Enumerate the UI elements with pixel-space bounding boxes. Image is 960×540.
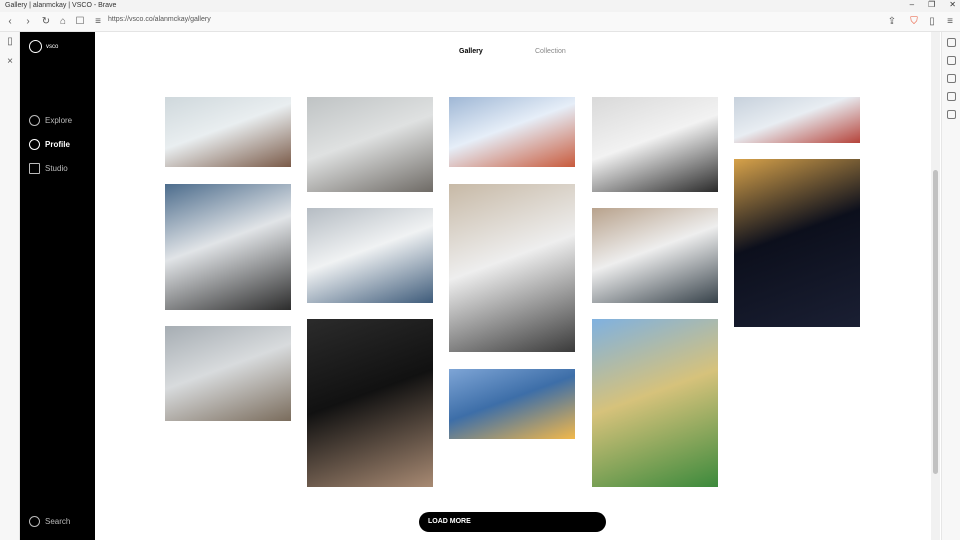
vsco-logo[interactable]: vsco [29,40,58,53]
gallery-photo[interactable] [449,369,575,439]
back-icon[interactable]: ‹ [2,14,18,30]
forward-icon[interactable]: › [20,14,36,30]
reading-list-icon[interactable] [947,56,956,65]
gallery-tabs: Gallery Collection [95,48,931,62]
vsco-logo-text: vsco [46,43,59,50]
close-panel-icon[interactable]: × [2,54,18,70]
sidebar-item-studio[interactable]: Studio [29,163,68,174]
search-icon [29,516,40,527]
gallery-photo[interactable] [165,184,291,310]
sidebar-search[interactable]: Search [29,516,70,527]
gallery-photo[interactable] [307,208,433,303]
scrollbar-thumb[interactable] [933,170,938,474]
gallery-photo[interactable] [734,97,860,143]
browser-side-rail: ▯ × [0,32,20,540]
sidebar-item-label: Explore [45,116,73,125]
gallery-photo[interactable] [734,159,860,327]
globe-icon [29,115,40,126]
brave-shield-icon[interactable]: ⛉ [906,14,922,30]
share-icon[interactable]: ⇪ [884,14,900,30]
gallery-photo[interactable] [165,97,291,167]
gallery-photo[interactable] [307,319,433,487]
reload-icon[interactable]: ↻ [38,14,54,30]
browser-right-rail [941,32,960,540]
frame-icon [29,163,40,174]
load-more-button[interactable]: LOAD MORE [419,512,606,532]
gallery-photo[interactable] [449,184,575,352]
gallery-photo[interactable] [449,97,575,167]
gallery-photo[interactable] [592,208,718,303]
smiley-icon [29,139,40,150]
history-icon[interactable] [947,74,956,83]
extensions-icon[interactable] [947,110,956,119]
tab-collection[interactable]: Collection [535,48,566,55]
page-scrollbar[interactable] [931,32,940,540]
vsco-sidebar: vsco Explore Profile Studio Search [20,32,95,540]
wallet-icon[interactable] [947,92,956,101]
tab-gallery[interactable]: Gallery [459,48,483,55]
sidebar-panel-icon[interactable]: ▯ [2,34,18,50]
sidebar-item-explore[interactable]: Explore [29,115,72,126]
vsco-logo-icon [29,40,42,53]
gallery-photo[interactable] [592,97,718,192]
url-bar[interactable]: https://vsco.co/alanmckay/gallery [108,16,211,23]
maximize-icon[interactable]: ❐ [928,0,935,12]
browser-title-bar: Gallery | alanmckay | VSCO - Brave – ❐ ✕ [0,0,960,12]
sidebar-item-label: Profile [45,140,70,149]
gallery-photo[interactable] [307,97,433,192]
folder-icon[interactable] [947,38,956,47]
browser-toolbar: ‹ › ↻ ⌂ ☐ ≡ https://vsco.co/alanmckay/ga… [0,12,960,32]
main-content: Gallery Collection LOAD MORE [95,32,931,540]
bookmark-icon[interactable]: ☐ [72,14,88,30]
menu-icon[interactable]: ≡ [942,14,958,30]
minimize-icon[interactable]: – [910,0,914,12]
home-icon[interactable]: ⌂ [55,14,71,30]
close-icon[interactable]: ✕ [949,0,956,12]
gallery-photo[interactable] [165,326,291,421]
sidebar-toggle-icon[interactable]: ▯ [924,14,940,30]
window-title: Gallery | alanmckay | VSCO - Brave [5,2,117,9]
sidebar-item-label: Studio [45,164,68,173]
site-settings-icon[interactable]: ≡ [90,14,106,30]
sidebar-item-profile[interactable]: Profile [29,139,70,150]
sidebar-search-label: Search [45,517,71,526]
gallery-photo[interactable] [592,319,718,487]
